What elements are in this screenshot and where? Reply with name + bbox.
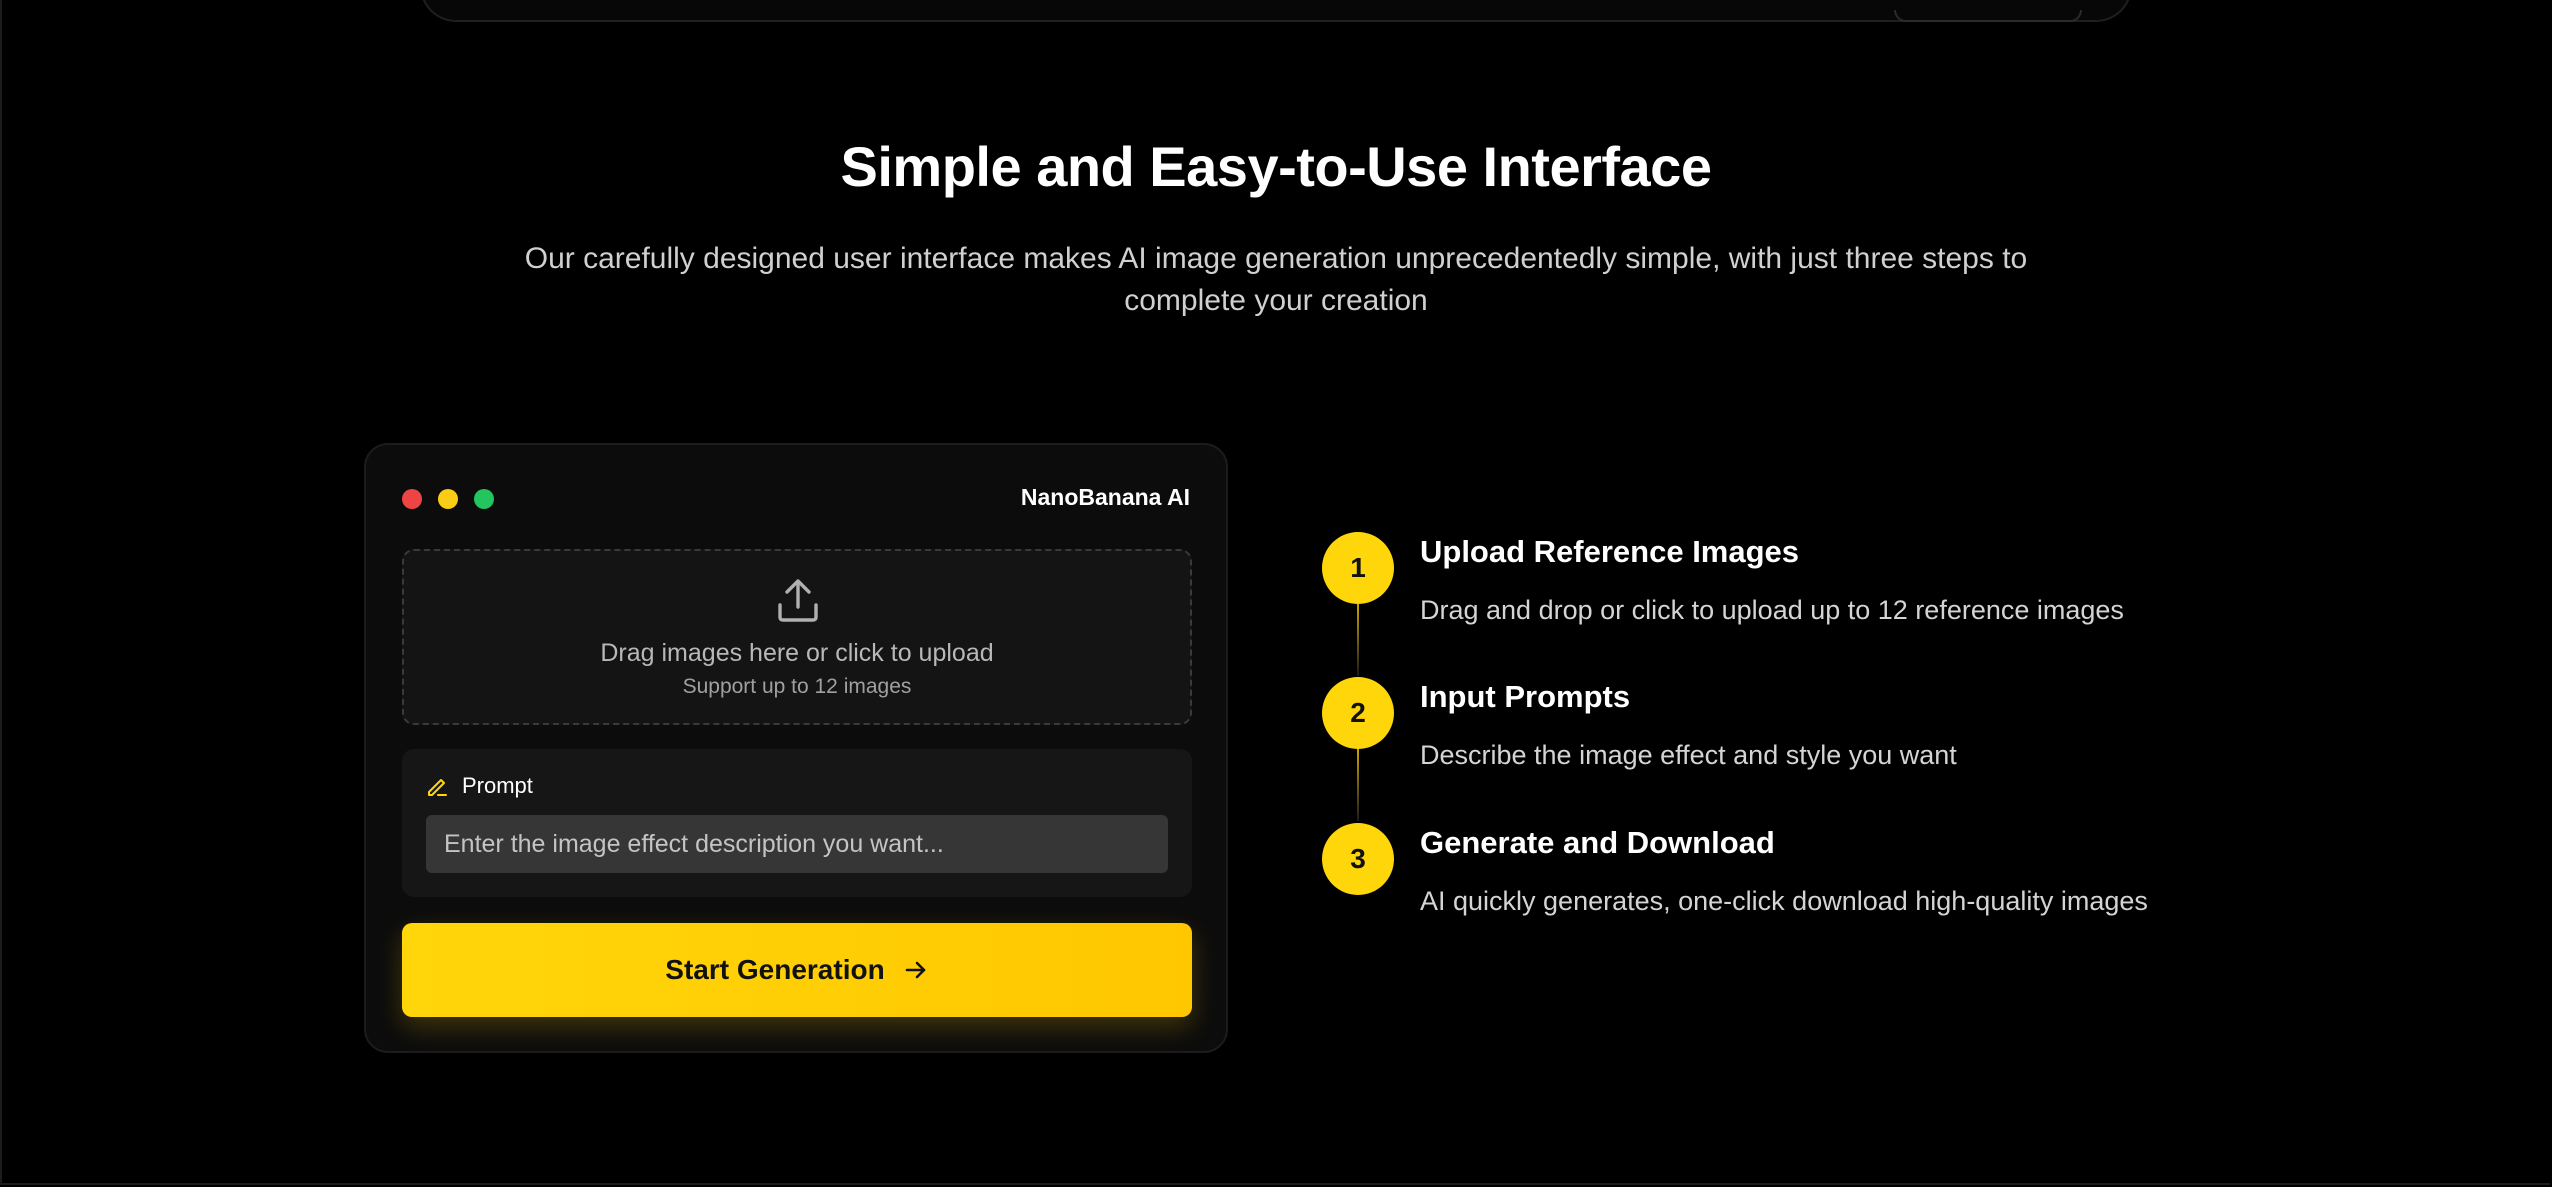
step-title: Input Prompts — [1420, 679, 1631, 714]
arrow-right-icon — [905, 961, 925, 979]
prompt-input[interactable] — [426, 815, 1168, 873]
start-generation-label: Start Generation — [665, 954, 885, 985]
step-description: Drag and drop or click to upload up to 1… — [1420, 595, 2124, 625]
prompt-label: Prompt — [462, 773, 533, 798]
image-upload-dropzone[interactable]: Drag images here or click to upload Supp… — [402, 549, 1192, 725]
step-number-badge: 2 — [1322, 677, 1394, 749]
upload-instruction: Drag images here or click to upload — [600, 639, 994, 667]
step-description: Describe the image effect and style you … — [1420, 740, 1957, 770]
step-title: Upload Reference Images — [1420, 534, 1800, 569]
window-minimize-dot — [438, 489, 458, 509]
window-close-dot — [402, 489, 422, 509]
section-subtitle: Our carefully designed user interface ma… — [524, 242, 2028, 317]
window-title: NanoBanana AI — [1020, 484, 1190, 510]
demo-app-window: NanoBanana AI Drag images here or click … — [364, 443, 1228, 1053]
pencil-icon — [428, 779, 447, 796]
section-title: Simple and Easy-to-Use Interface — [840, 135, 1712, 198]
step-title: Generate and Download — [1420, 825, 1775, 860]
step-number-badge: 3 — [1322, 823, 1394, 895]
window-maximize-dot — [474, 489, 494, 509]
upload-limit-hint: Support up to 12 images — [682, 675, 912, 698]
upload-icon — [778, 579, 818, 622]
previous-section-button-edge[interactable] — [1894, 10, 2082, 22]
step-connector — [1357, 604, 1359, 676]
step-description: AI quickly generates, one-click download… — [1420, 886, 2148, 916]
step-number-badge: 1 — [1322, 532, 1394, 604]
start-generation-button[interactable]: Start Generation — [402, 923, 1192, 1017]
step-connector — [1357, 749, 1359, 821]
previous-section-card — [420, 0, 2132, 22]
prompt-panel: Prompt — [402, 749, 1192, 897]
